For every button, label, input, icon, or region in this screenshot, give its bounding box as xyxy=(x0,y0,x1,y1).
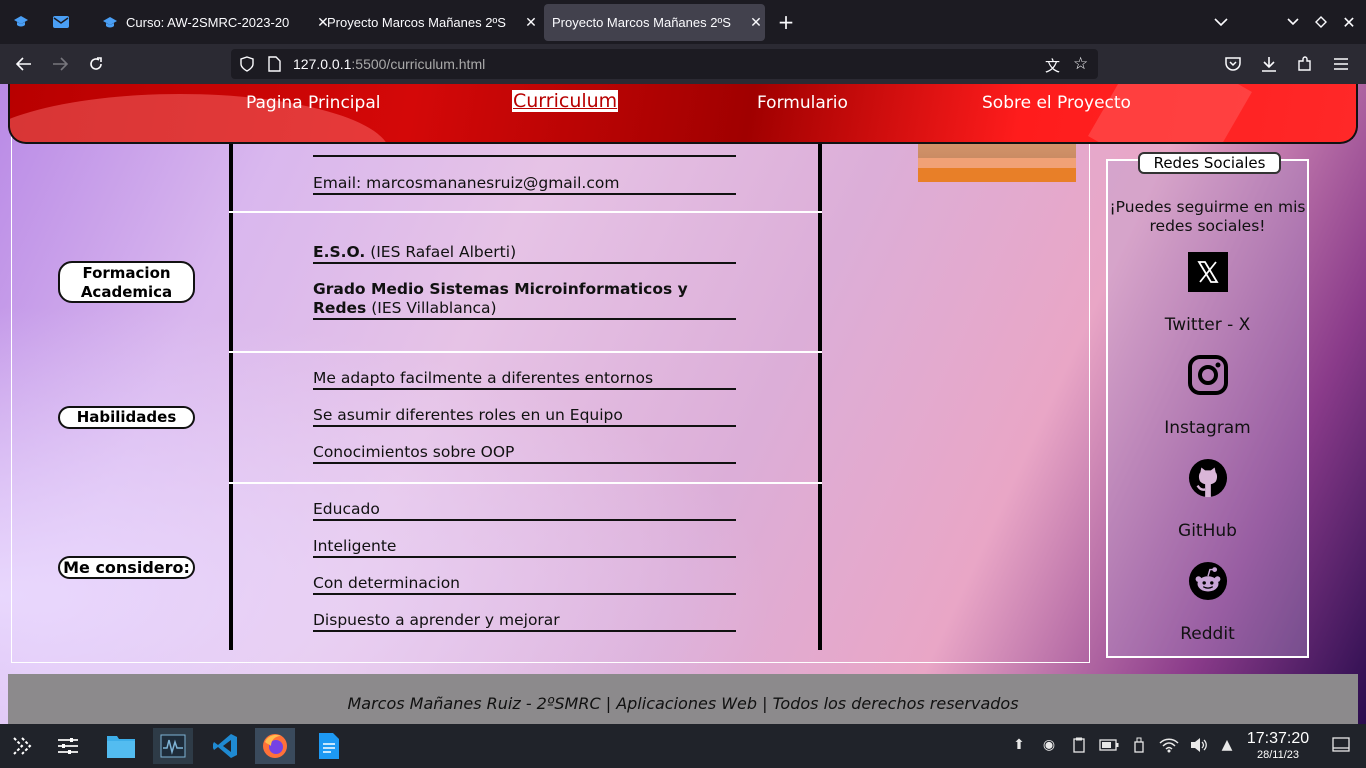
wifi-icon[interactable] xyxy=(1158,734,1180,756)
forward-icon[interactable] xyxy=(47,52,73,76)
close-window-icon[interactable]: ✕ xyxy=(1336,10,1362,34)
volume-icon[interactable] xyxy=(1188,734,1210,756)
clock-date: 28/11/23 xyxy=(1256,749,1299,761)
show-hidden-icons-icon[interactable]: ▲ xyxy=(1216,734,1238,756)
nav-link-sobre-proyecto[interactable]: Sobre el Proyecto xyxy=(982,93,1131,113)
translate-icon[interactable]: 文 xyxy=(1045,55,1060,76)
bookmark-star-icon[interactable]: ☆ xyxy=(1073,54,1088,74)
clock-time: 17:37:20 xyxy=(1246,730,1310,747)
moodle-icon xyxy=(102,15,118,31)
list-tabs-icon[interactable] xyxy=(1208,10,1234,34)
pocket-icon[interactable] xyxy=(1220,52,1246,76)
site-header-nav: Pagina Principal Curriculum Formulario S… xyxy=(8,84,1358,144)
social-link-twitter[interactable]: Twitter - X xyxy=(1108,315,1307,335)
nav-link-curriculum[interactable]: Curriculum xyxy=(512,90,619,112)
considero-item: Con determinacion xyxy=(313,574,736,595)
nav-link-formulario[interactable]: Formulario xyxy=(757,93,848,113)
extensions-icon[interactable] xyxy=(1292,52,1318,76)
formacion-item: E.S.O. (IES Rafael Alberti) xyxy=(313,243,736,264)
show-desktop-icon[interactable] xyxy=(1330,734,1352,756)
tab-title: Curso: AW-2SMRC-2023-20 xyxy=(126,15,290,30)
mail-icon[interactable] xyxy=(48,10,74,34)
close-tab-icon[interactable]: ✕ xyxy=(522,14,540,31)
application-launcher-icon[interactable] xyxy=(2,728,42,764)
maximize-icon[interactable] xyxy=(1308,10,1334,34)
system-monitor-icon[interactable] xyxy=(153,728,193,764)
vscode-icon[interactable] xyxy=(205,728,245,764)
habilidad-item: Conocimientos sobre OOP xyxy=(313,443,736,464)
social-panel-title: Redes Sociales xyxy=(1138,152,1281,174)
url-bar[interactable]: 127.0.0.1:5500/curriculum.html 文 ☆ xyxy=(231,49,1098,79)
download-icon[interactable] xyxy=(1256,52,1282,76)
system-taskbar: ⬆ ◉ ▲ 17:37:20 28/11/23 xyxy=(0,724,1366,768)
social-intro-text: ¡Puedes seguirme en mis redes sociales! xyxy=(1109,198,1306,235)
menu-icon[interactable] xyxy=(1328,52,1354,76)
browser-tab-bar: Curso: AW-2SMRC-2023-20 ✕ Proyecto Marco… xyxy=(0,0,1366,44)
page-viewport: Telefono: +34 601 22 46 98 Email: marcos… xyxy=(0,84,1366,724)
system-settings-icon[interactable] xyxy=(48,728,88,764)
row-separator xyxy=(229,211,822,213)
url-host: 127.0.0.1 xyxy=(293,56,352,72)
site-footer: Marcos Mañanes Ruiz - 2ºSMRC | Aplicacio… xyxy=(8,674,1358,724)
section-label-considero: Me considero: xyxy=(58,556,195,579)
social-link-instagram[interactable]: Instagram xyxy=(1108,418,1307,438)
clipboard-icon[interactable] xyxy=(1068,734,1090,756)
section-label-formacion: Formacion Academica xyxy=(58,261,195,303)
shield-icon[interactable] xyxy=(239,56,255,76)
text-document-icon[interactable] xyxy=(309,728,349,764)
social-networks-panel: Redes Sociales ¡Puedes seguirme en mis r… xyxy=(1106,152,1309,658)
minimize-icon[interactable] xyxy=(1280,10,1306,34)
back-icon[interactable] xyxy=(11,52,37,76)
tab-curso[interactable]: Curso: AW-2SMRC-2023-20 ✕ xyxy=(92,4,332,41)
instagram-icon[interactable] xyxy=(1188,355,1228,395)
considero-item: Dispuesto a aprender y mejorar xyxy=(313,611,736,632)
item-school: (IES Villablanca) xyxy=(366,299,497,317)
habilidad-item: Me adapto facilmente a diferentes entorn… xyxy=(313,369,736,390)
formacion-item: Grado Medio Sistemas Microinformaticos y… xyxy=(313,280,736,320)
profile-photo xyxy=(918,140,1076,182)
tab-proyecto-active[interactable]: Proyecto Marcos Mañanes 2ºS ✕ xyxy=(544,4,765,41)
url-path: :5500/curriculum.html xyxy=(351,56,486,72)
social-link-reddit[interactable]: Reddit xyxy=(1108,624,1307,644)
page-info-icon[interactable] xyxy=(267,56,281,76)
item-school: (IES Rafael Alberti) xyxy=(365,243,517,261)
nav-link-pagina-principal[interactable]: Pagina Principal xyxy=(246,93,380,113)
row-separator xyxy=(229,482,822,484)
eye-icon[interactable]: ◉ xyxy=(1038,734,1060,756)
battery-icon[interactable] xyxy=(1098,734,1120,756)
firefox-view-icon[interactable] xyxy=(8,10,34,34)
row-separator xyxy=(229,351,822,353)
tab-title: Proyecto Marcos Mañanes 2ºS xyxy=(327,15,506,30)
firefox-icon[interactable] xyxy=(255,728,295,764)
updates-icon[interactable]: ⬆ xyxy=(1008,734,1030,756)
reload-icon[interactable] xyxy=(83,52,109,76)
github-icon[interactable] xyxy=(1188,458,1228,498)
tab-title: Proyecto Marcos Mañanes 2ºS xyxy=(552,15,731,30)
new-tab-button[interactable]: + xyxy=(773,10,799,34)
usb-device-icon[interactable] xyxy=(1128,734,1150,756)
considero-item: Inteligente xyxy=(313,537,736,558)
social-link-github[interactable]: GitHub xyxy=(1108,521,1307,541)
clock[interactable]: 17:37:20 28/11/23 xyxy=(1240,730,1316,762)
reddit-icon[interactable] xyxy=(1188,561,1228,601)
item-title: E.S.O. xyxy=(313,243,366,261)
url-text[interactable]: 127.0.0.1:5500/curriculum.html xyxy=(293,56,485,72)
considero-item: Educado xyxy=(313,500,736,521)
file-manager-icon[interactable] xyxy=(101,728,141,764)
x-logo-icon[interactable] xyxy=(1188,252,1228,292)
habilidad-item: Se asumir diferentes roles en un Equipo xyxy=(313,406,736,427)
contact-email: Email: marcosmananesruiz@gmail.com xyxy=(313,174,736,195)
close-tab-icon[interactable]: ✕ xyxy=(747,14,765,31)
section-label-habilidades: Habilidades xyxy=(58,406,195,429)
tab-proyecto-1[interactable]: Proyecto Marcos Mañanes 2ºS ✕ xyxy=(318,4,540,41)
